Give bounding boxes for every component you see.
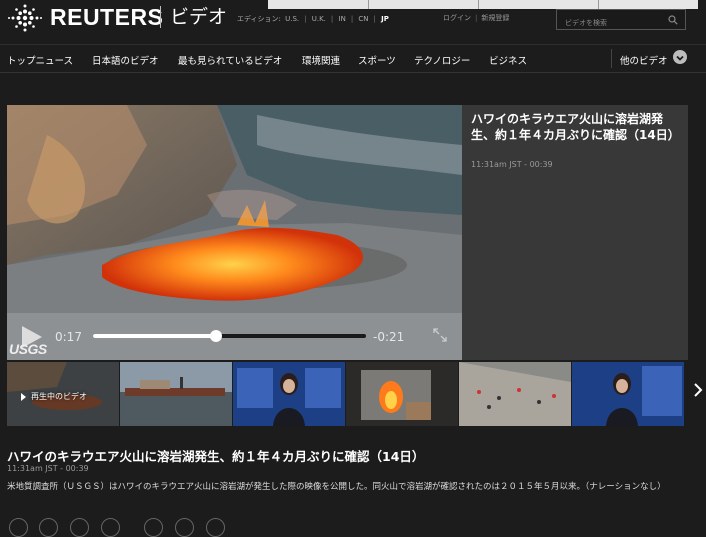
nav-top-news[interactable]: トップニュース: [7, 53, 73, 67]
browser-tab-strip: [268, 0, 698, 9]
progress-bar[interactable]: [93, 330, 366, 342]
edition-selector: エディション: U.S. | U.K. | IN | CN | JP: [237, 15, 389, 23]
register-link[interactable]: 新規登録: [481, 14, 509, 22]
share-icon[interactable]: [175, 518, 194, 537]
video-info-panel: ハワイのキラウエア火山に溶岩湖発生、約１年４カ月ぶりに確認（14日） 11:31…: [462, 105, 688, 360]
share-icon[interactable]: [206, 518, 225, 537]
elapsed-time: 0:17: [55, 330, 82, 344]
now-playing-label: 再生中のビデオ: [21, 391, 87, 402]
logo-divider: [160, 6, 161, 28]
edition-uk[interactable]: U.K.: [312, 15, 326, 23]
edition-us[interactable]: U.S.: [285, 15, 299, 23]
edition-in[interactable]: IN: [339, 15, 346, 23]
thumbnail-anchor-nasdaq[interactable]: [572, 362, 684, 426]
anchor-thumb-image: [233, 362, 345, 426]
fullscreen-icon[interactable]: [432, 327, 448, 343]
video-title[interactable]: ハワイのキラウエア火山に溶岩湖発生、約１年４カ月ぶりに確認（14日）: [471, 111, 681, 143]
nav-technology[interactable]: テクノロジー: [414, 53, 470, 67]
search-input[interactable]: [557, 13, 665, 33]
section-title[interactable]: ビデオ: [170, 4, 227, 30]
search-box: [556, 9, 686, 33]
player-controls: 0:17 -0:21: [7, 313, 462, 360]
nav-japanese-video[interactable]: 日本語のビデオ: [92, 53, 159, 67]
account-links: ログイン | 新規登録: [443, 14, 510, 22]
nav-most-viewed[interactable]: 最も見られているビデオ: [178, 53, 282, 67]
share-icon[interactable]: [101, 518, 120, 537]
thumbnail-anchor-studio[interactable]: [233, 362, 345, 426]
chevron-down-icon[interactable]: [673, 50, 687, 64]
harbor-thumb-image: [120, 362, 232, 426]
remaining-time: -0:21: [373, 330, 405, 344]
edition-cn[interactable]: CN: [358, 15, 368, 23]
share-icon[interactable]: [70, 518, 89, 537]
share-icon[interactable]: [39, 518, 58, 537]
nav-business[interactable]: ビジネス: [489, 53, 527, 67]
usgs-logo-text: USGS: [9, 341, 47, 357]
edition-label: エディション:: [237, 15, 281, 23]
top-bar: REUTERS ビデオ エディション: U.S. | U.K. | IN | CN | …: [0, 0, 706, 42]
nav-sports[interactable]: スポーツ: [358, 53, 396, 67]
crowd-thumb-image: [459, 362, 571, 426]
fire-thumb-image: [346, 362, 458, 426]
share-icon[interactable]: [144, 518, 163, 537]
nav-divider: [611, 49, 612, 68]
article-meta: 11:31am JST - 00:39: [7, 464, 89, 473]
progress-handle[interactable]: [209, 330, 222, 342]
thumbnail-harbor-ship[interactable]: [120, 362, 232, 426]
reuters-logo-icon[interactable]: [6, 3, 44, 33]
article-title: ハワイのキラウエア火山に溶岩湖発生、約１年４カ月ぶりに確認（14日）: [7, 449, 425, 464]
nav-environment[interactable]: 環境関連: [302, 53, 340, 67]
logo-text[interactable]: REUTERS: [50, 4, 163, 30]
thumbnail-lava-lake[interactable]: 再生中のビデオ: [7, 362, 119, 426]
login-link[interactable]: ログイン: [443, 14, 471, 22]
search-icon[interactable]: [668, 15, 678, 25]
chevron-right-icon[interactable]: [691, 381, 705, 399]
video-meta: 11:31am JST - 00:39: [471, 160, 553, 169]
thumbnail-crowd-street[interactable]: [459, 362, 571, 426]
article-description: 米地質調査所（ＵＳＧＳ）はハワイのキラウエア火山に溶岩湖が発生した際の映像を公開…: [7, 482, 666, 492]
nasdaq-thumb-image: [572, 362, 684, 426]
nav-more-videos[interactable]: 他のビデオ: [620, 53, 668, 67]
playlist-strip: 再生中のビデオ: [7, 362, 688, 426]
edition-jp[interactable]: JP: [381, 15, 389, 23]
thumbnail-fire-scene[interactable]: [346, 362, 458, 426]
share-icon[interactable]: [9, 518, 28, 537]
video-player[interactable]: 0:17 -0:21 USGS: [7, 105, 462, 360]
main-nav: トップニュース 日本語のビデオ 最も見られているビデオ 環境関連 スポーツ テク…: [0, 44, 706, 73]
usgs-logo: USGS: [9, 341, 47, 357]
progress-fill: [93, 334, 216, 338]
